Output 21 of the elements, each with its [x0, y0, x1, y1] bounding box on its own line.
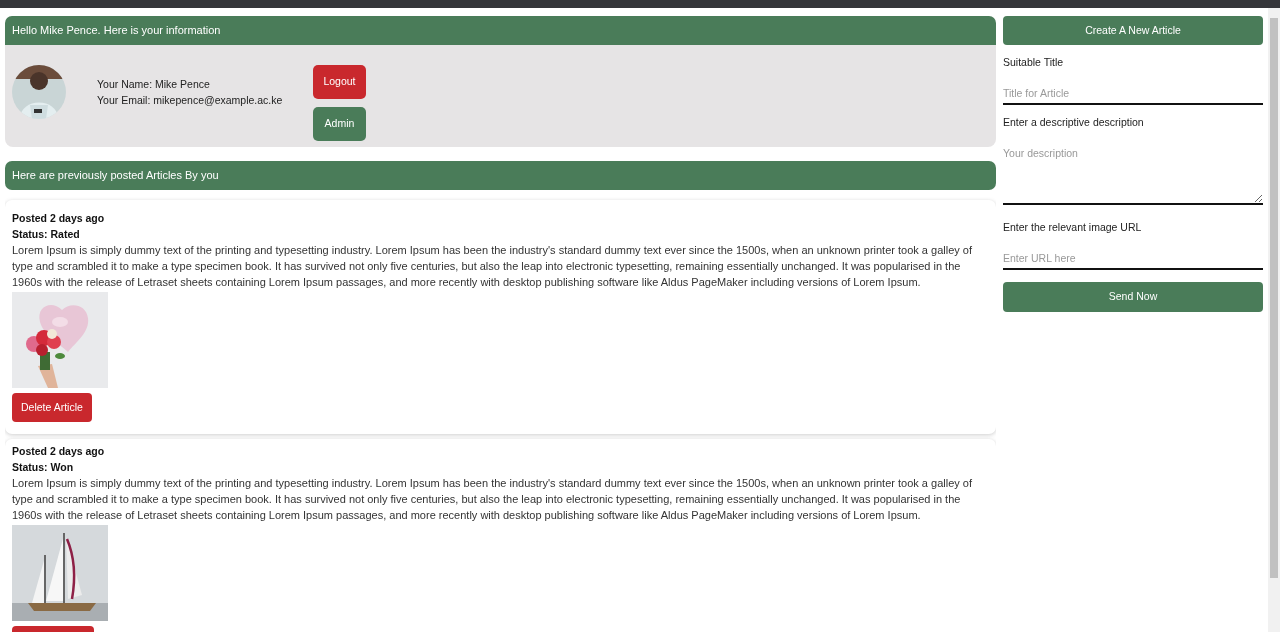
admin-button[interactable]: Admin	[313, 107, 366, 141]
posted-time: Posted 2 days ago	[12, 444, 106, 459]
field-label: Enter the relevant image URL	[1003, 219, 1143, 235]
form-title: Create A New Article	[1003, 16, 1263, 45]
send-button[interactable]: Send Now	[1003, 281, 1263, 312]
article-status: Status: Rated	[12, 227, 81, 242]
input-field[interactable]: Title for Article	[1003, 83, 1263, 105]
posted-time: Posted 2 days ago	[12, 211, 106, 226]
header-bar: Hello Mike Pence. Here is your information	[5, 16, 996, 45]
field-label: Enter a descriptive description	[1003, 115, 1145, 130]
logout-button[interactable]: Logout	[313, 65, 366, 99]
name-text: Your Name: Mike Pence	[97, 77, 211, 92]
article-status: Status: Won	[12, 460, 75, 475]
article-text: Lorem Ipsum is simply dummy text of the printing and typesetting industry. Lorem Ipsum has been the industry's standard dummy text ever since the 1500s, when an unknown printer took a galley of type and scrambled it to make a type specimen book. It has survived not only five centuries, but also the leap into electronic typesetting, remaining essentially unchanged. It was popularised in the 1960s with the release of Letraset sheets containing Lorem Ipsum passages, and more recently with desktop publishing software like Aldus PageMaker including versions of Lorem Ipsum.	[12, 243, 973, 290]
input-field[interactable]: Enter URL here	[1003, 247, 1263, 270]
article-text: Lorem Ipsum is simply dummy text of the printing and typesetting industry. Lorem Ipsum has been the industry's standard dummy text ever since the 1500s, when an unknown printer took a galley of type and scrambled it to make a type specimen book. It has survived not only five centuries, but also the leap into electronic typesetting, remaining essentially unchanged. It was popularised in the 1960s with the release of Letraset sheets containing Lorem Ipsum passages, and more recently with desktop publishing software like Aldus PageMaker including versions of Lorem Ipsum.	[12, 476, 973, 523]
field-label: Suitable Title	[1003, 55, 1065, 70]
section-header: Here are previously posted Articles By you	[5, 161, 996, 190]
delete-button[interactable]: Delete Article	[12, 393, 92, 422]
description-field[interactable]: Your description	[1003, 143, 1263, 205]
email-text: Your Email: mikepence@example.ac.ke	[97, 93, 283, 108]
